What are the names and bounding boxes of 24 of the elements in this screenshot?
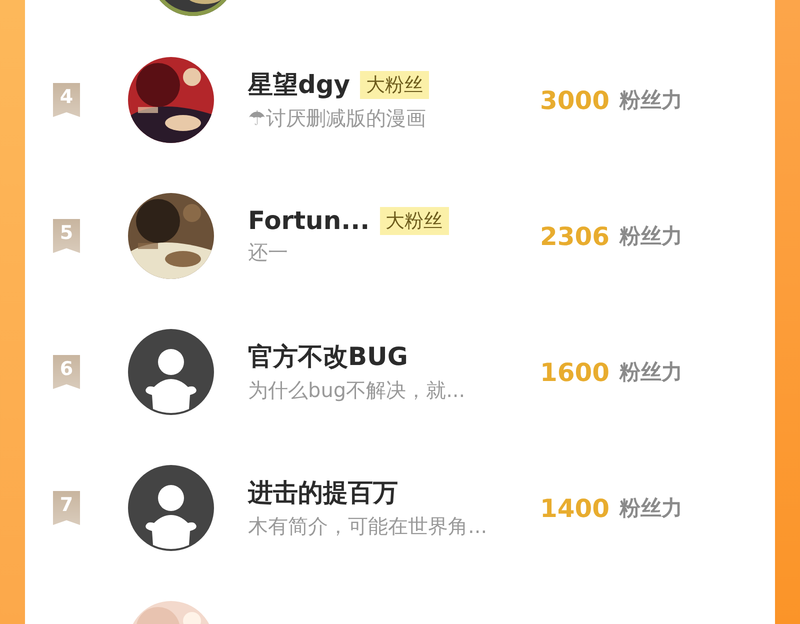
user-name[interactable]: 官方不改BUG (248, 340, 408, 373)
rank-number: 5 (53, 219, 80, 253)
fan-badge: 大粉丝 (380, 206, 449, 234)
fan-badge: 大粉丝 (360, 70, 430, 98)
rank-number: 7 (53, 491, 80, 525)
avatar-icon (128, 329, 214, 415)
rank-number: 6 (53, 355, 80, 389)
score-unit: 粉丝力 (620, 223, 683, 250)
user-name[interactable]: Fortun... (248, 206, 370, 235)
avatar-icon (128, 465, 214, 551)
fan-score: 2306 (540, 222, 610, 250)
score-unit: 粉丝力 (620, 359, 683, 386)
fan-score: 3000 (540, 86, 610, 114)
user-name[interactable]: 星望dgy (248, 68, 350, 101)
score-unit: 粉丝力 (620, 495, 683, 522)
user-bio: ☂讨厌删减版的漫画 (248, 105, 427, 132)
fan-score: 1400 (540, 494, 610, 522)
user-bio: 为什么bug不解决，就... (248, 377, 466, 404)
user-bio: 还一 (248, 239, 289, 266)
score-unit: 粉丝力 (620, 87, 683, 114)
fan-score: 1600 (540, 358, 610, 386)
rank-number: 4 (53, 83, 80, 117)
user-bio: 木有简介，可能在世界角... (248, 513, 488, 540)
user-name[interactable]: 进击的提百万 (248, 476, 398, 509)
